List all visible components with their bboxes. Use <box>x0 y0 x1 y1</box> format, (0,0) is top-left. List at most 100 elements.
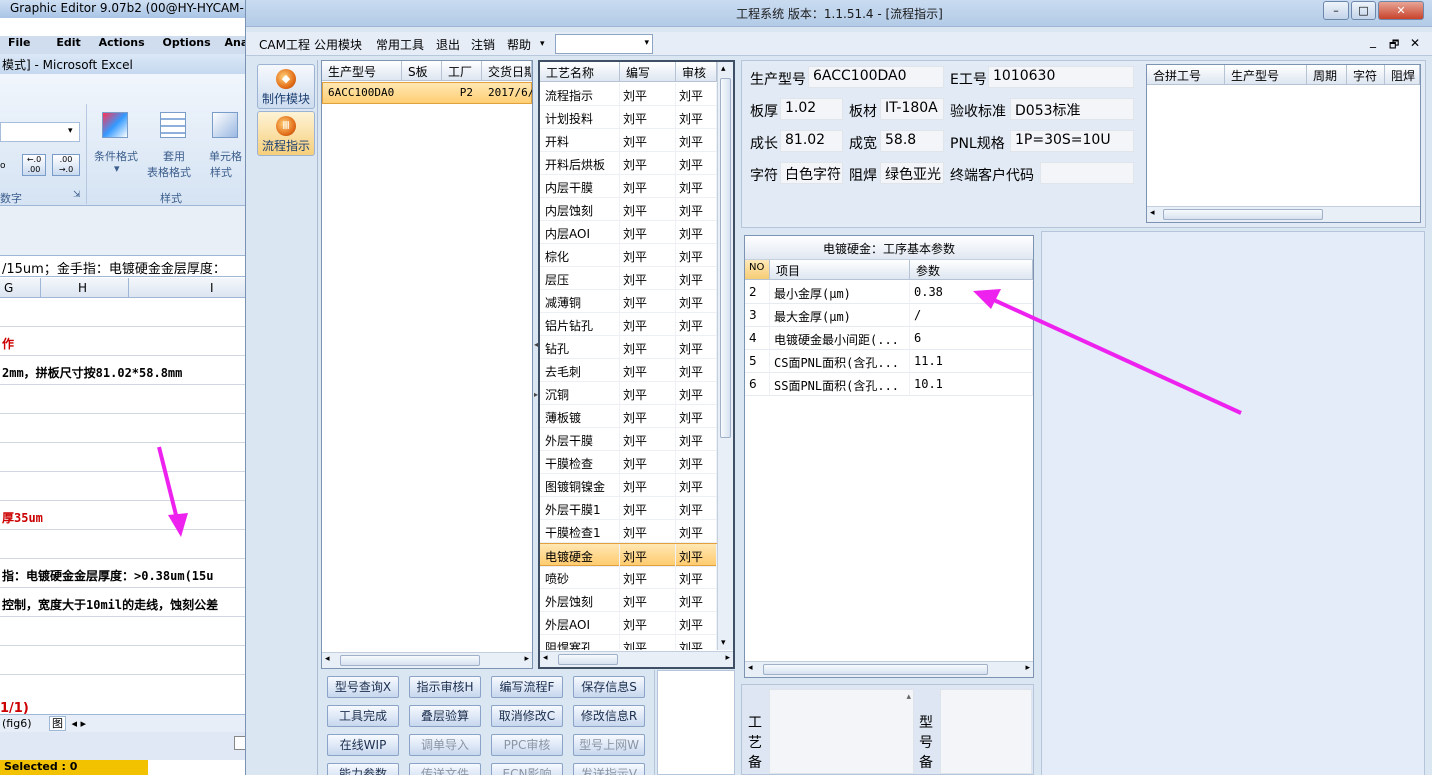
action-button[interactable]: 编写流程F <box>491 676 563 698</box>
sheet-row[interactable] <box>0 385 250 414</box>
standard-field[interactable]: D053标准 <box>1010 98 1134 120</box>
action-button[interactable]: 型号查询X <box>327 676 399 698</box>
process-grid-header[interactable]: 审核 <box>676 62 717 82</box>
process-grid-vscroll[interactable]: ▴ ▾ <box>717 62 733 650</box>
menu-logout[interactable]: 注销 <box>471 36 495 53</box>
scroll-right-icon[interactable]: ▸ <box>81 717 87 730</box>
action-button[interactable]: 传送文件 <box>409 763 481 775</box>
sheet-row[interactable]: 指：电镀硬金金层厚度：>0.38um(15u <box>0 559 250 588</box>
sheet-row[interactable] <box>0 617 250 646</box>
mdi-restore-button[interactable]: 🗗 <box>1389 36 1399 55</box>
order-grid-header[interactable]: 交货日期 <box>482 61 532 81</box>
scroll-right-icon[interactable]: ▸ <box>725 653 730 663</box>
process-row[interactable]: 阻焊塞孔 刘平 刘平 <box>540 635 717 650</box>
process-row[interactable]: 流程指示 刘平 刘平 <box>540 83 717 106</box>
mask-field[interactable]: 绿色亚光 <box>880 162 944 184</box>
sheet-tab-figure[interactable]: 图 <box>49 716 66 731</box>
combine-grid-header[interactable]: 字符 <box>1347 65 1385 85</box>
action-button[interactable]: 调单导入 <box>409 734 481 756</box>
process-row[interactable]: 计划投料 刘平 刘平 <box>540 106 717 129</box>
action-button[interactable]: PPC审核 <box>491 734 563 756</box>
process-row[interactable]: 内层蚀刻 刘平 刘平 <box>540 198 717 221</box>
combine-grid-header[interactable]: 阻焊 <box>1385 65 1420 85</box>
scroll-left-icon[interactable]: ◂ <box>325 654 330 664</box>
table-format-label-2[interactable]: 表格格式 <box>147 164 191 180</box>
menu-cam[interactable]: CAM工程 <box>259 36 310 53</box>
menu-exit[interactable]: 退出 <box>436 36 460 53</box>
maximize-button[interactable]: □ <box>1351 1 1376 20</box>
scroll-thumb[interactable] <box>763 664 988 675</box>
minimize-button[interactable]: – <box>1323 1 1349 20</box>
process-row[interactable]: 内层干膜 刘平 刘平 <box>540 175 717 198</box>
process-row[interactable]: 外层干膜 刘平 刘平 <box>540 428 717 451</box>
splitter-arrow-icon[interactable]: ▸ <box>534 390 538 399</box>
action-button[interactable]: 工具完成 <box>327 705 399 727</box>
scroll-left-icon[interactable]: ◂ <box>1150 208 1155 218</box>
sheet-tab-fig6[interactable]: (fig6) <box>2 717 32 730</box>
combine-grid-hscroll[interactable]: ◂ <box>1147 206 1420 222</box>
process-row[interactable]: 干膜检查1 刘平 刘平 <box>540 520 717 543</box>
model-field[interactable]: 6ACC100DA0 <box>808 66 944 88</box>
scroll-up-icon[interactable]: ▴ <box>906 692 911 702</box>
scroll-thumb[interactable] <box>340 655 480 666</box>
sheet-row[interactable] <box>0 414 250 443</box>
order-row[interactable]: 6ACC100DA0 P2 2017/6/ <box>322 82 532 104</box>
scroll-thumb[interactable] <box>720 78 731 438</box>
process-row[interactable]: 喷砂 刘平 刘平 <box>540 566 717 589</box>
chevron-down-icon[interactable]: ▾ <box>540 39 545 49</box>
ge-menu-file[interactable]: File <box>8 36 31 49</box>
column-header-i[interactable]: I <box>210 281 214 295</box>
mdi-minimize-button[interactable]: _ <box>1370 34 1376 48</box>
action-button[interactable]: 型号上网W <box>573 734 645 756</box>
sheet-row[interactable] <box>0 298 250 327</box>
action-button[interactable]: 保存信息S <box>573 676 645 698</box>
process-row[interactable]: 开料后烘板 刘平 刘平 <box>540 152 717 175</box>
sheet-row[interactable] <box>0 472 250 501</box>
length-field[interactable]: 81.02 <box>780 130 843 152</box>
process-row[interactable]: 电镀硬金 刘平 刘平 <box>540 543 717 567</box>
process-note-field[interactable]: ▴ <box>769 689 914 774</box>
action-button[interactable]: 叠层验算 <box>409 705 481 727</box>
mdi-close-button[interactable]: ✕ <box>1410 36 1420 50</box>
material-field[interactable]: IT-180A <box>880 98 944 120</box>
sheet-row[interactable]: 作 <box>0 327 250 356</box>
process-row[interactable]: 开料 刘平 刘平 <box>540 129 717 152</box>
combine-grid-header[interactable]: 周期 <box>1307 65 1347 85</box>
process-row[interactable]: 外层蚀刻 刘平 刘平 <box>540 589 717 612</box>
dialog-launcher-icon[interactable]: ⇲ <box>73 190 81 200</box>
sheet-row[interactable] <box>0 530 250 559</box>
model-note-field[interactable] <box>940 689 1032 774</box>
comma-style-icon[interactable]: o <box>0 156 20 176</box>
scroll-left-icon[interactable]: ◂ <box>72 717 78 730</box>
process-row[interactable]: 图镀铜镍金 刘平 刘平 <box>540 474 717 497</box>
decrease-decimal-icon[interactable]: .00 →.0 <box>52 154 80 176</box>
splitter-arrow-icon[interactable]: ◂ <box>534 340 538 349</box>
table-format-icon[interactable] <box>160 112 186 138</box>
increase-decimal-icon[interactable]: ←.0 .00 <box>22 154 46 176</box>
scroll-left-icon[interactable]: ◂ <box>748 663 753 673</box>
cell-style-icon[interactable] <box>212 112 238 138</box>
process-row[interactable]: 铝片钻孔 刘平 刘平 <box>540 313 717 336</box>
order-grid-hscroll[interactable]: ◂ ▸ <box>322 652 532 668</box>
process-row[interactable]: 外层干膜1 刘平 刘平 <box>540 497 717 520</box>
param-grid-header[interactable]: 项目 <box>770 260 910 280</box>
scroll-thumb[interactable] <box>1163 209 1323 220</box>
process-grid-header[interactable]: 工艺名称 <box>540 62 620 82</box>
order-grid-header[interactable]: 工厂 <box>442 61 482 81</box>
column-header-g[interactable]: G <box>4 281 13 295</box>
scroll-right-icon[interactable]: ▸ <box>524 654 529 664</box>
column-header-h[interactable]: H <box>78 281 87 295</box>
process-row[interactable]: 钻孔 刘平 刘平 <box>540 336 717 359</box>
order-grid-header[interactable]: S板 <box>402 61 442 81</box>
scroll-up-icon[interactable]: ▴ <box>721 64 726 74</box>
menu-help[interactable]: 帮助 <box>507 36 531 53</box>
ge-menu-edit[interactable]: Edit <box>56 36 80 49</box>
scroll-thumb[interactable] <box>558 654 618 665</box>
process-row[interactable]: 减薄铜 刘平 刘平 <box>540 290 717 313</box>
scroll-down-icon[interactable]: ▾ <box>721 638 726 648</box>
sheet-row[interactable]: 2mm，拼板尺寸按81.02*58.8mm <box>0 356 250 385</box>
process-row[interactable]: 外层AOI 刘平 刘平 <box>540 612 717 635</box>
process-grid-header[interactable]: 编写 <box>620 62 676 82</box>
sheet-row[interactable]: 控制，宽度大于10mil的走线，蚀刻公差 <box>0 588 250 617</box>
close-button[interactable]: ✕ <box>1378 1 1424 20</box>
